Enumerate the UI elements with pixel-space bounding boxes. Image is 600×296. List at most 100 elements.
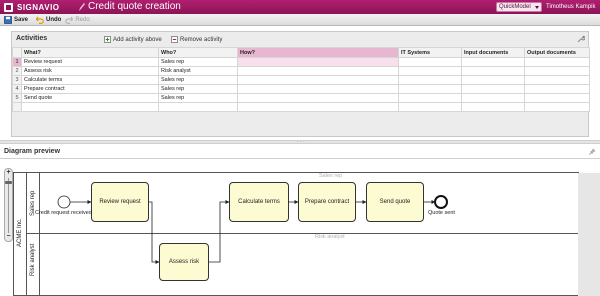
how-cell[interactable] bbox=[237, 66, 399, 76]
model-select[interactable]: QuickModel bbox=[496, 2, 542, 12]
column-header-input-documents[interactable]: Input documents bbox=[461, 47, 525, 58]
output-documents-cell[interactable] bbox=[524, 75, 590, 85]
wrench-icon[interactable] bbox=[577, 35, 585, 43]
zoom-track[interactable] bbox=[8, 178, 9, 233]
activities-panel: Activities Add activity above Remove act… bbox=[11, 31, 590, 137]
table-row-empty[interactable] bbox=[12, 102, 590, 112]
diagram-preview-title: Diagram preview bbox=[4, 148, 61, 155]
redo-button[interactable]: Redo bbox=[65, 15, 90, 25]
lane-label-risk-analyst: Risk analyst bbox=[30, 243, 36, 276]
user-name[interactable]: Timotheus Kampik bbox=[546, 4, 595, 10]
what-cell[interactable]: Calculate terms bbox=[21, 75, 159, 85]
splitter-grip-icon[interactable]: · · · bbox=[297, 140, 305, 145]
signavio-logo: SIGNAVIO bbox=[4, 1, 60, 13]
input-documents-cell[interactable] bbox=[461, 57, 525, 67]
column-header-who[interactable]: Who? bbox=[158, 47, 238, 58]
add-row-icon bbox=[104, 36, 111, 43]
who-cell[interactable] bbox=[158, 102, 238, 112]
zoom-out-button[interactable]: − bbox=[5, 233, 12, 241]
add-activity-button[interactable]: Add activity above bbox=[104, 36, 162, 43]
activities-title: Activities bbox=[16, 35, 48, 42]
zoom-handle[interactable] bbox=[5, 181, 12, 184]
who-cell[interactable]: Sales rep bbox=[158, 57, 238, 67]
diagram-header-divider bbox=[0, 158, 600, 159]
how-cell-selected[interactable] bbox=[237, 57, 399, 67]
add-activity-label: Add activity above bbox=[113, 36, 162, 43]
task-calculate-terms[interactable]: Calculate terms bbox=[229, 182, 289, 222]
input-documents-cell[interactable] bbox=[461, 93, 525, 103]
how-cell[interactable] bbox=[237, 84, 399, 94]
who-cell[interactable]: Sales rep bbox=[158, 84, 238, 94]
column-header-how[interactable]: How? bbox=[237, 47, 399, 58]
table-header-row: What? Who? How? IT Systems Input documen… bbox=[12, 47, 590, 58]
how-cell[interactable] bbox=[237, 75, 399, 85]
how-cell[interactable] bbox=[237, 102, 399, 112]
task-review-request[interactable]: Review request bbox=[91, 182, 149, 222]
row-number[interactable] bbox=[12, 102, 22, 112]
who-cell[interactable]: Sales rep bbox=[158, 75, 238, 85]
table-row[interactable]: 5 Send quote Sales rep bbox=[12, 93, 590, 103]
column-header-what[interactable]: What? bbox=[21, 47, 159, 58]
input-documents-cell[interactable] bbox=[461, 102, 525, 112]
how-cell[interactable] bbox=[237, 93, 399, 103]
logo-icon bbox=[4, 2, 13, 12]
model-select-value: QuickModel bbox=[499, 4, 531, 10]
activities-table: What? Who? How? IT Systems Input documen… bbox=[12, 47, 590, 112]
who-cell[interactable]: Sales rep bbox=[158, 93, 238, 103]
what-cell[interactable]: Send quote bbox=[21, 93, 159, 103]
model-title[interactable]: Credit quote creation bbox=[88, 1, 181, 12]
column-header-it-systems[interactable]: IT Systems bbox=[398, 47, 462, 58]
output-documents-cell[interactable] bbox=[524, 57, 590, 67]
row-number[interactable]: 5 bbox=[12, 93, 22, 103]
chevron-down-icon bbox=[535, 6, 539, 9]
input-documents-cell[interactable] bbox=[461, 66, 525, 76]
it-systems-cell[interactable] bbox=[398, 93, 462, 103]
zoom-in-button[interactable]: + bbox=[5, 169, 12, 177]
task-prepare-contract[interactable]: Prepare contract bbox=[298, 182, 356, 222]
who-cell[interactable]: Risk analyst bbox=[158, 66, 238, 76]
what-cell[interactable]: Assess risk bbox=[21, 66, 159, 76]
canvas-margin bbox=[578, 173, 600, 296]
it-systems-cell[interactable] bbox=[398, 84, 462, 94]
row-number[interactable]: 2 bbox=[12, 66, 22, 76]
output-documents-cell[interactable] bbox=[524, 102, 590, 112]
row-number[interactable]: 4 bbox=[12, 84, 22, 94]
save-label: Save bbox=[14, 16, 29, 23]
output-documents-cell[interactable] bbox=[524, 93, 590, 103]
task-send-quote[interactable]: Send quote bbox=[366, 182, 424, 222]
pin-icon[interactable] bbox=[588, 148, 596, 156]
toolbar: Save Undo Redo bbox=[0, 14, 600, 26]
brand-name: SIGNAVIO bbox=[17, 2, 60, 12]
column-header-output-documents[interactable]: Output documents bbox=[524, 47, 590, 58]
what-cell[interactable]: Prepare contract bbox=[21, 84, 159, 94]
pool-label: ACME Inc. bbox=[17, 218, 23, 247]
task-assess-risk[interactable]: Assess risk bbox=[159, 243, 209, 281]
start-event-label: Credit request received bbox=[35, 210, 92, 216]
save-button[interactable]: Save bbox=[4, 15, 28, 25]
output-documents-cell[interactable] bbox=[524, 66, 590, 76]
table-row[interactable]: 3 Calculate terms Sales rep bbox=[12, 75, 590, 85]
what-cell[interactable] bbox=[21, 102, 159, 112]
undo-icon bbox=[36, 16, 44, 24]
redo-label: Redo bbox=[75, 16, 90, 23]
edit-pencil-icon[interactable] bbox=[78, 2, 86, 12]
it-systems-cell[interactable] bbox=[398, 102, 462, 112]
undo-button[interactable]: Undo bbox=[36, 15, 61, 25]
zoom-slider[interactable]: + − bbox=[4, 168, 13, 242]
remove-activity-button[interactable]: Remove activity bbox=[171, 36, 222, 43]
it-systems-cell[interactable] bbox=[398, 75, 462, 85]
table-row[interactable]: 4 Prepare contract Sales rep bbox=[12, 84, 590, 94]
end-event-label: Quote sent bbox=[428, 210, 455, 216]
it-systems-cell[interactable] bbox=[398, 66, 462, 76]
table-row[interactable]: 1 Review request Sales rep bbox=[12, 57, 590, 67]
what-cell[interactable]: Review request bbox=[21, 57, 159, 67]
output-documents-cell[interactable] bbox=[524, 84, 590, 94]
input-documents-cell[interactable] bbox=[461, 84, 525, 94]
it-systems-cell[interactable] bbox=[398, 57, 462, 67]
row-number[interactable]: 3 bbox=[12, 75, 22, 85]
title-bar: SIGNAVIO Credit quote creation QuickMode… bbox=[0, 0, 600, 14]
table-row[interactable]: 2 Assess risk Risk analyst bbox=[12, 66, 590, 76]
input-documents-cell[interactable] bbox=[461, 75, 525, 85]
row-number[interactable]: 1 bbox=[12, 57, 22, 67]
lane-watermark-risk-analyst: Risk analyst bbox=[315, 234, 345, 240]
